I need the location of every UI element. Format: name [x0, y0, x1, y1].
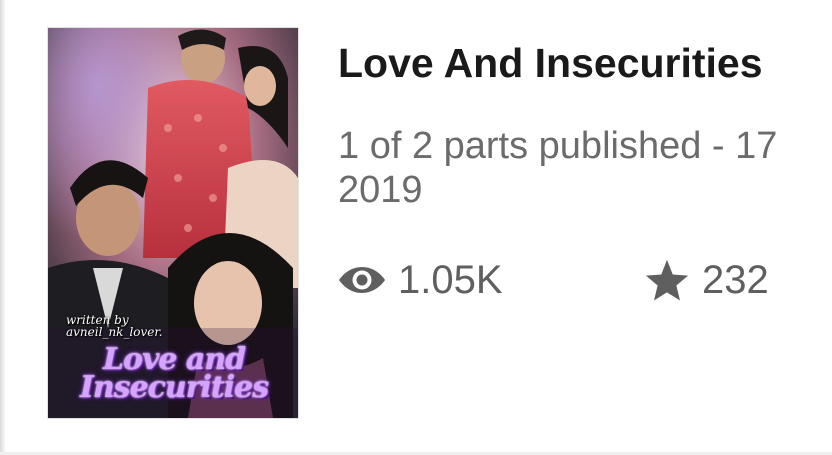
parts-published-line1: 1 of 2 parts published - 17	[338, 125, 778, 167]
cover-title-logo: Love and Insecurities	[52, 345, 296, 405]
eye-icon	[338, 264, 386, 296]
story-title[interactable]: Love And Insecurities	[338, 40, 818, 86]
story-cover-image[interactable]: written by avneil_nk_lover. Love and Ins…	[48, 28, 298, 418]
votes-stat: 232	[644, 254, 769, 306]
cover-author-handle: avneil_nk_lover.	[66, 325, 163, 339]
views-stat: 1.05K	[338, 254, 503, 306]
parts-published-line2: 2019	[338, 169, 423, 211]
story-list-item[interactable]: written by avneil_nk_lover. Love and Ins…	[0, 0, 832, 455]
votes-count: 232	[702, 258, 769, 302]
cover-author-credit: written by avneil_nk_lover.	[66, 314, 226, 338]
star-icon	[644, 258, 690, 302]
views-count: 1.05K	[398, 258, 503, 302]
story-parts-published: 1 of 2 parts published - 17 2019	[338, 124, 832, 212]
cover-title-line2: Insecurities	[79, 370, 269, 405]
story-stats: 1.05K 232	[338, 254, 832, 306]
